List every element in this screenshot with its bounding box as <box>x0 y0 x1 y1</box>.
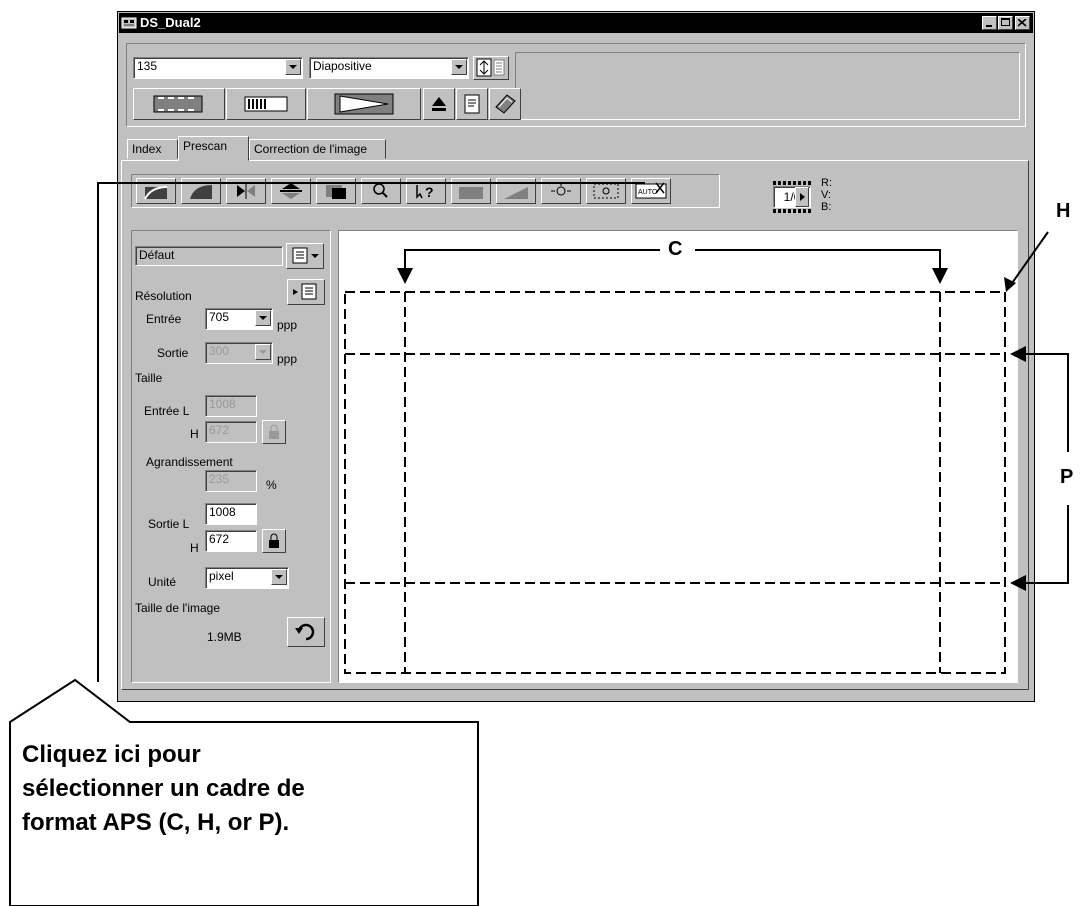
aps-h-frame <box>344 291 1006 674</box>
tab-prescan-label: Prescan <box>183 139 228 153</box>
callout-line-1: Cliquez ici pour <box>22 741 201 768</box>
h-arrow <box>1009 231 1049 287</box>
tab-prescan[interactable]: Prescan <box>178 136 249 161</box>
p-arrow-top <box>1022 353 1069 452</box>
callout-leader <box>97 182 645 682</box>
c-arrow-left <box>404 249 660 272</box>
p-arrow-bottom <box>1022 505 1069 584</box>
label-h: H <box>1056 200 1071 222</box>
label-p: P <box>1060 466 1074 488</box>
c-arrow-right <box>695 249 941 272</box>
callout-text: Cliquez ici pour sélectionner un cadre d… <box>22 738 305 840</box>
callout-line-2: sélectionner un cadre de <box>22 775 305 802</box>
label-c: C <box>668 238 683 260</box>
callout-line-3: format APS (C, H, or P). <box>22 809 290 836</box>
